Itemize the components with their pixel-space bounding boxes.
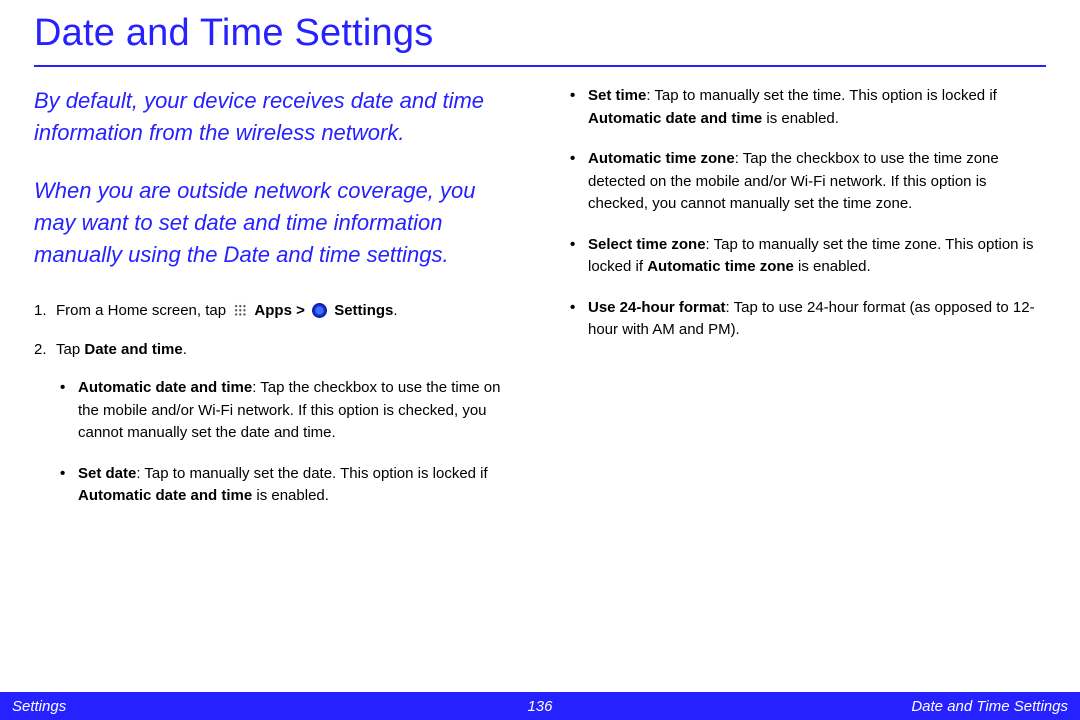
bullet-text-post: is enabled. bbox=[794, 258, 871, 275]
step-body: Tap Date and time. bbox=[56, 339, 520, 362]
left-column: By default, your device receives date an… bbox=[34, 85, 520, 526]
right-column: • Set time: Tap to manually set the time… bbox=[560, 85, 1046, 526]
bullet-text-post: is enabled. bbox=[762, 110, 839, 127]
step-number: 1. bbox=[34, 300, 56, 323]
step-body: From a Home screen, tap Apps > Settings. bbox=[56, 300, 520, 323]
bullet-label: Automatic date and time bbox=[78, 379, 252, 396]
apps-grid-icon bbox=[233, 303, 247, 317]
step-number: 2. bbox=[34, 339, 56, 362]
footer-right: Date and Time Settings bbox=[720, 698, 1068, 715]
page: Date and Time Settings By default, your … bbox=[0, 0, 1080, 720]
bullet-body: Set date: Tap to manually set the date. … bbox=[78, 463, 520, 508]
footer-page-number: 136 bbox=[360, 698, 719, 715]
footer-left: Settings bbox=[12, 698, 360, 715]
bullet-text-pre: : Tap to manually set the date. This opt… bbox=[136, 465, 487, 482]
intro-paragraph-1: By default, your device receives date an… bbox=[34, 85, 520, 149]
step1-suffix: . bbox=[393, 302, 397, 319]
bullet-select-time-zone: • Select time zone: Tap to manually set … bbox=[570, 234, 1046, 279]
left-sub-bullets: • Automatic date and time: Tap the check… bbox=[34, 377, 520, 508]
step-2: 2. Tap Date and time. bbox=[34, 339, 520, 362]
page-footer: Settings 136 Date and Time Settings bbox=[0, 692, 1080, 720]
bullet-body: Set time: Tap to manually set the time. … bbox=[588, 85, 1046, 130]
bullet-label: Use 24-hour format bbox=[588, 299, 726, 316]
bullet-dot-icon: • bbox=[60, 377, 78, 445]
step2-bold: Date and time bbox=[84, 341, 182, 358]
content-columns: By default, your device receives date an… bbox=[34, 85, 1046, 526]
step1-gt: > bbox=[296, 302, 309, 319]
page-title: Date and Time Settings bbox=[34, 12, 1046, 55]
bullet-body: Use 24-hour format: Tap to use 24-hour f… bbox=[588, 297, 1046, 342]
right-sub-bullets: • Set time: Tap to manually set the time… bbox=[560, 85, 1046, 342]
bullet-dot-icon: • bbox=[60, 463, 78, 508]
settings-gear-icon bbox=[312, 303, 327, 318]
bullet-bold-mid: Automatic date and time bbox=[78, 487, 252, 504]
step1-apps-label: Apps bbox=[254, 302, 292, 319]
bullet-text-post: is enabled. bbox=[252, 487, 329, 504]
bullet-bold-mid: Automatic time zone bbox=[647, 258, 794, 275]
bullet-dot-icon: • bbox=[570, 148, 588, 216]
bullet-body: Automatic date and time: Tap the checkbo… bbox=[78, 377, 520, 445]
bullet-body: Automatic time zone: Tap the checkbox to… bbox=[588, 148, 1046, 216]
step2-suffix: . bbox=[183, 341, 187, 358]
step2-prefix: Tap bbox=[56, 341, 84, 358]
bullet-24-hour-format: • Use 24-hour format: Tap to use 24-hour… bbox=[570, 297, 1046, 342]
bullet-text-pre: : Tap to manually set the time. This opt… bbox=[646, 87, 996, 104]
bullet-dot-icon: • bbox=[570, 234, 588, 279]
step1-prefix: From a Home screen, tap bbox=[56, 302, 230, 319]
step-1: 1. From a Home screen, tap Apps > Settin… bbox=[34, 300, 520, 323]
bullet-auto-date-time: • Automatic date and time: Tap the check… bbox=[60, 377, 520, 445]
step1-settings-label: Settings bbox=[334, 302, 393, 319]
bullet-set-date: • Set date: Tap to manually set the date… bbox=[60, 463, 520, 508]
intro-paragraph-2: When you are outside network coverage, y… bbox=[34, 175, 520, 271]
bullet-label: Automatic time zone bbox=[588, 150, 735, 167]
title-rule bbox=[34, 65, 1046, 67]
bullet-label: Set time bbox=[588, 87, 646, 104]
bullet-label: Select time zone bbox=[588, 236, 706, 253]
bullet-bold-mid: Automatic date and time bbox=[588, 110, 762, 127]
bullet-dot-icon: • bbox=[570, 297, 588, 342]
steps-list: 1. From a Home screen, tap Apps > Settin… bbox=[34, 300, 520, 508]
bullet-body: Select time zone: Tap to manually set th… bbox=[588, 234, 1046, 279]
bullet-auto-time-zone: • Automatic time zone: Tap the checkbox … bbox=[570, 148, 1046, 216]
bullet-dot-icon: • bbox=[570, 85, 588, 130]
bullet-set-time: • Set time: Tap to manually set the time… bbox=[570, 85, 1046, 130]
bullet-label: Set date bbox=[78, 465, 136, 482]
